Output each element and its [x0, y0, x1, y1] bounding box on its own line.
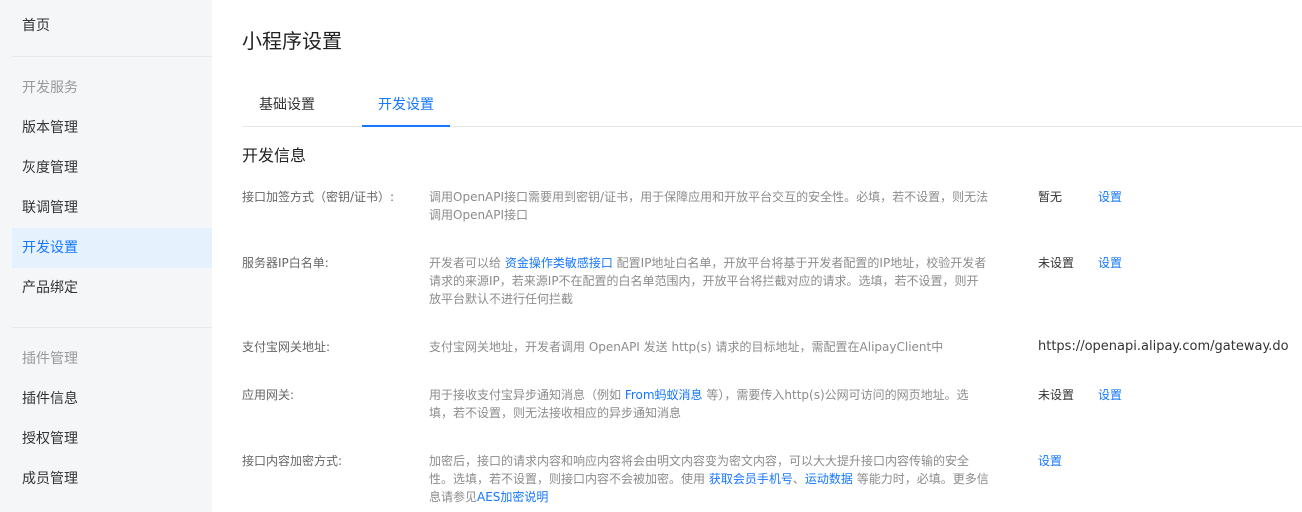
- setting-description: 开发者可以给 资金操作类敏感接口 配置IP地址白名单，开放平台将基于开发者配置的…: [429, 254, 989, 308]
- setting-row-sign-method: 接口加签方式（密钥/证书）: 调用OpenAPI接口需要用到密钥/证书，用于保障…: [242, 188, 1302, 228]
- setting-value: 未设置: [1038, 256, 1075, 270]
- app-gateway-set-link[interactable]: 设置: [1098, 386, 1122, 404]
- setting-label: 接口加签方式（密钥/证书）:: [242, 190, 395, 204]
- setting-label: 服务器IP白名单:: [242, 256, 329, 270]
- sidebar-divider: [12, 327, 212, 328]
- sidebar-item-home[interactable]: 首页: [12, 6, 212, 46]
- aes-doc-link[interactable]: AES加密说明: [477, 490, 548, 504]
- gateway-url: https://openapi.alipay.com/gateway.do: [1038, 339, 1289, 354]
- setting-label: 接口内容加密方式:: [242, 454, 343, 468]
- setting-description: 加密后，接口的请求内容和响应内容将会由明文内容变为密文内容，可以大大提升接口内容…: [429, 452, 989, 506]
- sidebar-item-dev-settings[interactable]: 开发设置: [12, 228, 212, 268]
- desc-text: 用于接收支付宝异步通知消息（例如: [429, 388, 625, 402]
- sidebar-item-debug[interactable]: 联调管理: [12, 188, 212, 228]
- setting-label: 应用网关:: [242, 388, 295, 402]
- sensitive-api-link[interactable]: 资金操作类敏感接口: [505, 256, 613, 270]
- setting-row-app-gateway: 应用网关: 用于接收支付宝异步通知消息（例如 From蚂蚁消息 等），需要传入h…: [242, 386, 1302, 426]
- setting-description: 调用OpenAPI接口需要用到密钥/证书，用于保障应用和开放平台交互的安全性。必…: [429, 190, 989, 222]
- setting-description: 支付宝网关地址，开发者调用 OpenAPI 发送 http(s) 请求的目标地址…: [429, 340, 944, 354]
- setting-label: 支付宝网关地址:: [242, 340, 331, 354]
- sport-data-link[interactable]: 运动数据: [805, 472, 853, 486]
- tab-dev-settings[interactable]: 开发设置: [362, 84, 450, 127]
- sidebar-item-auth[interactable]: 授权管理: [12, 419, 212, 459]
- member-phone-link[interactable]: 获取会员手机号: [709, 472, 793, 486]
- setting-row-content-encryption: 接口内容加密方式: 加密后，接口的请求内容和响应内容将会由明文内容变为密文内容，…: [242, 452, 1302, 508]
- sidebar-item-gray[interactable]: 灰度管理: [12, 148, 212, 188]
- desc-text: 开发者可以给: [429, 256, 505, 270]
- ant-message-link[interactable]: From蚂蚁消息: [625, 388, 703, 402]
- setting-value: 未设置: [1038, 388, 1075, 402]
- sign-method-set-link[interactable]: 设置: [1098, 188, 1122, 206]
- ip-whitelist-set-link[interactable]: 设置: [1098, 254, 1122, 272]
- app-root: 首页 开发服务 版本管理 灰度管理 联调管理 开发设置 产品绑定 插件管理 插件…: [0, 0, 1302, 512]
- sidebar-item-members[interactable]: 成员管理: [12, 459, 212, 499]
- setting-row-ip-whitelist: 服务器IP白名单: 开发者可以给 资金操作类敏感接口 配置IP地址白名单，开放平…: [242, 254, 1302, 310]
- section-title: 开发信息: [242, 146, 307, 165]
- desc-text: 、: [792, 472, 805, 486]
- sidebar-divider: [12, 56, 212, 57]
- setting-description: 用于接收支付宝异步通知消息（例如 From蚂蚁消息 等），需要传入http(s)…: [429, 386, 989, 422]
- sidebar-item-version[interactable]: 版本管理: [12, 108, 212, 148]
- setting-value: 暂无: [1038, 190, 1063, 204]
- encryption-set-link[interactable]: 设置: [1038, 452, 1062, 470]
- sidebar-item-product-binding[interactable]: 产品绑定: [12, 268, 212, 308]
- sidebar-item-plugin-info[interactable]: 插件信息: [12, 379, 212, 419]
- page-title: 小程序设置: [242, 29, 342, 53]
- main-content: 小程序设置 基础设置 开发设置 开发信息 接口加签方式（密钥/证书）: 调用Op…: [212, 0, 1302, 512]
- tab-basic-settings[interactable]: 基础设置: [242, 84, 332, 127]
- tab-bar: 基础设置 开发设置: [242, 84, 1302, 127]
- setting-row-gateway-address: 支付宝网关地址: 支付宝网关地址，开发者调用 OpenAPI 发送 http(s…: [242, 338, 1302, 360]
- sidebar-group-plugin: 插件管理: [22, 351, 78, 367]
- sidebar: 首页 开发服务 版本管理 灰度管理 联调管理 开发设置 产品绑定 插件管理 插件…: [0, 0, 212, 512]
- sidebar-group-dev: 开发服务: [22, 80, 78, 96]
